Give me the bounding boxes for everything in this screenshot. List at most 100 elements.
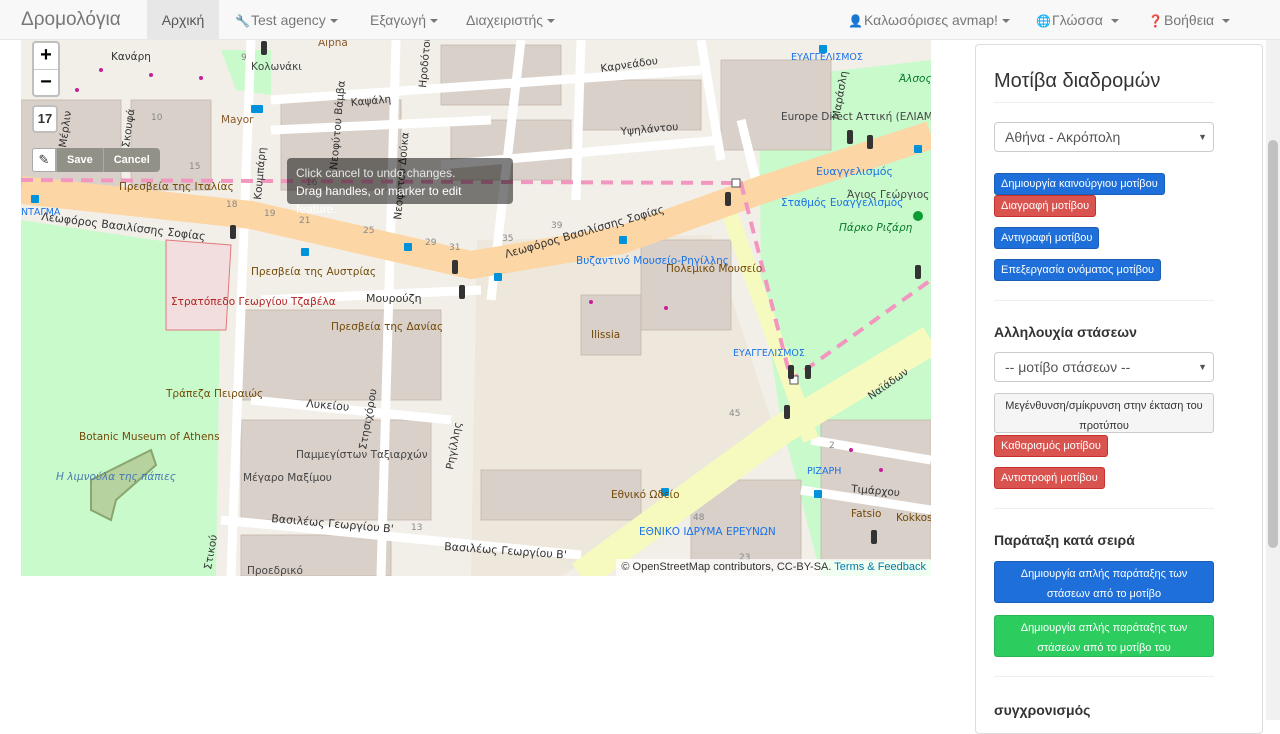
caret-down-icon — [1001, 19, 1010, 24]
map-label: Πρεσβεία της Αυστρίας — [251, 266, 376, 278]
globe-icon: 🌐 — [1036, 14, 1051, 28]
map-label: Εθνικό Ωδείο — [611, 489, 680, 501]
map-label: ΡΙΖΑΡΗ — [807, 466, 841, 477]
map-label: 31 — [449, 243, 460, 253]
route-map[interactable]: Λεωφόρος Βασιλίσσης Σοφίας Λεωφόρος Βασι… — [21, 40, 931, 576]
caret-down-icon — [1110, 19, 1119, 24]
wrench-icon: 🔧 — [235, 14, 250, 28]
map-label: 2 — [829, 441, 835, 451]
map-label: 25 — [363, 226, 374, 236]
map-label: Ευαγγελισμός — [816, 165, 893, 178]
map-attribution: © OpenStreetMap contributors, CC-BY-SA. … — [616, 559, 931, 576]
create-simple-order-button[interactable]: Δημιουργία απλής παράταξης των στάσεων α… — [994, 561, 1214, 603]
zoom-to-pattern-button[interactable]: Μεγένθυνση/σμίκρυνση στην έκταση του προ… — [994, 393, 1214, 433]
order-title: Παράταξη κατά σειρά — [994, 532, 1135, 548]
map-label: Μουρούζη — [366, 292, 422, 305]
map-label: 35 — [502, 234, 513, 244]
map-label: Πρεσβεία της Δανίας — [331, 321, 443, 333]
create-otp-order-button[interactable]: Δημιουργία απλής παράταξης των στάσεων α… — [994, 615, 1214, 674]
tooltip-line2: Drag handles, or marker to edit feature. — [296, 184, 462, 216]
zoom-control: + − — [32, 41, 60, 97]
stops-title: Αλληλουχία στάσεων — [994, 324, 1137, 340]
military-camp-area — [165, 239, 232, 331]
attribution-text: © OpenStreetMap contributors, CC-BY-SA. — [621, 561, 832, 573]
map-label: Botanic Museum of Athens — [79, 431, 220, 443]
map-label: Kokkos — [896, 512, 931, 524]
clear-pattern-button[interactable]: Καθαρισμός μοτίβου — [994, 435, 1108, 457]
divider — [994, 300, 1214, 301]
map-label: Λυκείου — [306, 397, 350, 414]
map-label: Προεδρικό — [247, 565, 303, 576]
caret-down-icon — [329, 19, 338, 24]
map-label: Πολεμικό Μουσείο — [666, 263, 762, 275]
map-label: 19 — [264, 209, 276, 219]
draw-save-button[interactable]: Save — [56, 148, 103, 172]
chevron-down-icon: ▼ — [1198, 132, 1207, 142]
map-label: 39 — [551, 221, 563, 231]
reverse-pattern-button[interactable]: Αντιστροφή μοτίβου — [994, 467, 1105, 489]
divider — [994, 676, 1214, 677]
map-label: 13 — [411, 523, 422, 533]
nav-home-label: Αρχική — [161, 12, 205, 28]
map-label: Πάρκο Ριζάρη — [839, 222, 913, 234]
map-label: Άλσος — [898, 73, 931, 85]
nav-help-dropdown[interactable]: ❓Βοήθεια — [1148, 0, 1231, 40]
nav-admin-label: Διαχειριστής — [466, 12, 544, 28]
map-label: ΕΥΑΓΓΕΛΙΣΜΟΣ — [733, 348, 805, 359]
pattern-select[interactable]: Αθήνα - Ακρόπολη ▼ — [994, 122, 1214, 152]
draw-toolbar: ✎ Save Cancel — [32, 148, 160, 172]
nav-home[interactable]: Αρχική — [147, 0, 219, 40]
map-label: Κολωνάκι — [251, 61, 302, 73]
patterns-title: Μοτίβα διαδρομών — [994, 70, 1161, 92]
nav-user-dropdown[interactable]: 👤Καλωσόρισες avmap! — [848, 0, 1010, 40]
nav-help-label: Βοήθεια — [1164, 12, 1215, 28]
edit-layers-icon[interactable]: ✎ — [32, 148, 56, 172]
nav-user-label: Καλωσόρισες avmap! — [864, 12, 998, 28]
map-label: Mayor — [221, 114, 254, 126]
map-label: ΝΤΑΓΜΑ — [21, 207, 61, 218]
tooltip-line1: Click cancel to undo changes. — [296, 166, 456, 180]
terms-feedback-link[interactable]: Terms & Feedback — [834, 561, 926, 573]
nav-export-dropdown[interactable]: Εξαγωγή — [370, 0, 439, 40]
draw-cancel-button[interactable]: Cancel — [102, 148, 160, 172]
zoom-in-button[interactable]: + — [34, 43, 58, 69]
chevron-down-icon: ▼ — [1198, 362, 1207, 372]
nav-language-dropdown[interactable]: 🌐Γλώσσα — [1036, 0, 1119, 40]
pattern-select-value: Αθήνα - Ακρόπολη — [1005, 129, 1121, 145]
map-label: ΕΘΝΙΚΟ ΙΔΡΥΜΑ ΕΡΕΥΝΩΝ — [639, 526, 776, 538]
map-label: 45 — [729, 409, 740, 419]
nav-export-label: Εξαγωγή — [370, 12, 427, 28]
caret-down-icon — [1222, 19, 1231, 24]
nav-agency-label: Test agency — [251, 12, 326, 28]
sync-title: συγχρονισμός — [994, 702, 1091, 718]
stop-pattern-select[interactable]: -- μοτίβο στάσεων -- ▼ — [994, 352, 1214, 382]
map-label: 48 — [693, 513, 705, 523]
caret-down-icon — [547, 19, 556, 24]
nav-agency-dropdown[interactable]: 🔧Test agency — [235, 0, 338, 40]
map-label: Κανάρη — [111, 51, 151, 63]
zoom-level-indicator: 17 — [32, 105, 58, 133]
map-label: 18 — [226, 200, 238, 210]
park-marker — [913, 211, 923, 221]
map-tiles: Λεωφόρος Βασιλίσσης Σοφίας Λεωφόρος Βασι… — [21, 40, 931, 576]
divider — [994, 508, 1214, 509]
map-label: 15 — [189, 162, 200, 172]
scrollbar-thumb[interactable] — [1268, 140, 1278, 548]
map-label: Ρηγίλλης — [444, 421, 464, 470]
map-label: 29 — [425, 238, 437, 248]
map-label: Σταθμός Ευαγγελισμός — [781, 197, 903, 209]
top-navbar: Δρομολόγια Αρχική 🔧Test agency Εξαγωγή Δ… — [0, 0, 1280, 40]
nav-admin-dropdown[interactable]: Διαχειριστής — [466, 0, 556, 40]
nav-language-label: Γλώσσα — [1052, 12, 1103, 28]
map-label: Μέγαρο Μαξίμου — [243, 472, 332, 484]
map-label: 10 — [151, 113, 163, 123]
copy-pattern-button[interactable]: Αντιγραφή μοτίβου — [994, 227, 1100, 249]
delete-pattern-button[interactable]: Διαγραφή μοτίβου — [994, 195, 1097, 217]
zoom-out-button[interactable]: − — [34, 69, 58, 95]
rename-pattern-button[interactable]: Επεξεργασία ονόματος μοτίβου — [994, 259, 1162, 281]
route-edit-handle[interactable] — [731, 178, 741, 188]
map-label: 9 — [241, 53, 247, 63]
brand-logo[interactable]: Δρομολόγια — [21, 0, 121, 40]
create-pattern-button[interactable]: Δημιουργία καινούργιου μοτίβου — [994, 173, 1165, 195]
map-label: Τράπεζα Πειραιώς — [165, 388, 263, 400]
